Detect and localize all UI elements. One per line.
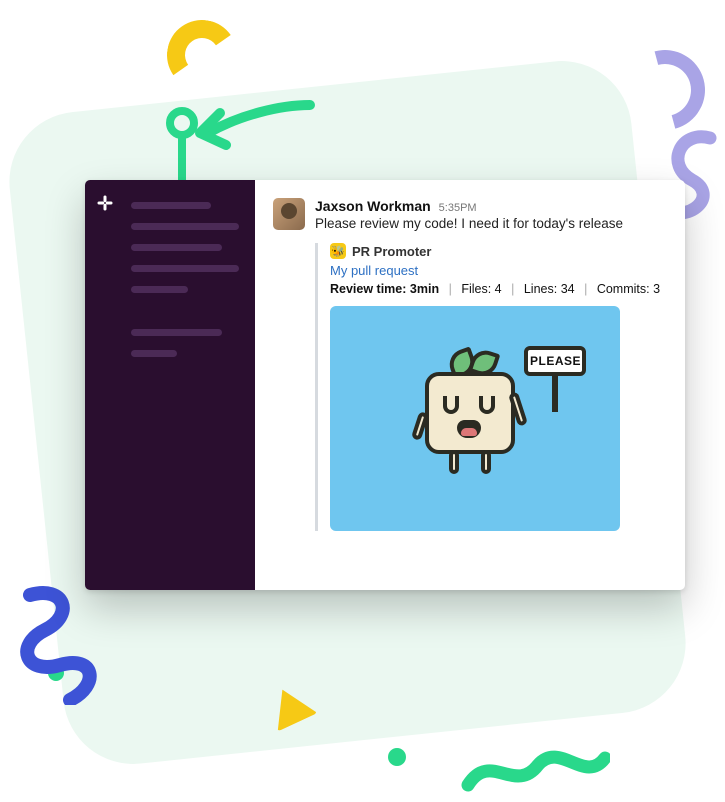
commits-label: Commits: [597, 282, 650, 296]
message-attachment: 🐝 PR Promoter My pull request Review tim… [315, 243, 665, 531]
pr-stats: Review time: 3min | Files: 4 | Lines: 34… [330, 282, 665, 296]
pull-request-link[interactable]: My pull request [330, 263, 665, 278]
attachment-image[interactable]: PLEASE [330, 306, 620, 531]
sidebar-item-placeholder [131, 244, 222, 251]
message-author[interactable]: Jaxson Workman [315, 198, 431, 214]
slack-logo-icon [96, 194, 114, 212]
sidebar-item-placeholder [131, 265, 239, 272]
sign-text: PLEASE [524, 346, 586, 376]
message-text: Please review my code! I need it for tod… [315, 216, 665, 231]
review-time-label: Review time: [330, 282, 406, 296]
message-area: Jaxson Workman 5:35PM Please review my c… [255, 180, 685, 590]
app-icon: 🐝 [330, 243, 346, 259]
lines-value: 34 [561, 282, 575, 296]
please-sign: PLEASE [524, 346, 586, 412]
sidebar-channel-list [125, 188, 255, 590]
decorative-green-dot [388, 748, 406, 766]
decorative-teal-squiggle [460, 740, 610, 800]
sidebar-item-placeholder [131, 350, 177, 357]
slack-window: Jaxson Workman 5:35PM Please review my c… [85, 180, 685, 590]
files-value: 4 [495, 282, 502, 296]
review-time-value: 3min [410, 282, 439, 296]
sidebar-item-placeholder [131, 286, 188, 293]
avatar[interactable] [273, 198, 305, 230]
decorative-yellow-arc [161, 14, 242, 95]
app-name: PR Promoter [352, 244, 431, 259]
commits-value: 3 [653, 282, 660, 296]
lines-label: Lines: [524, 282, 557, 296]
message-time: 5:35PM [439, 202, 477, 214]
sidebar-item-placeholder [131, 223, 239, 230]
sidebar-item-placeholder [131, 329, 222, 336]
slack-sidebar [85, 180, 255, 590]
sidebar-item-placeholder [131, 202, 211, 209]
files-label: Files: [461, 282, 491, 296]
tofu-character-icon [415, 354, 535, 484]
